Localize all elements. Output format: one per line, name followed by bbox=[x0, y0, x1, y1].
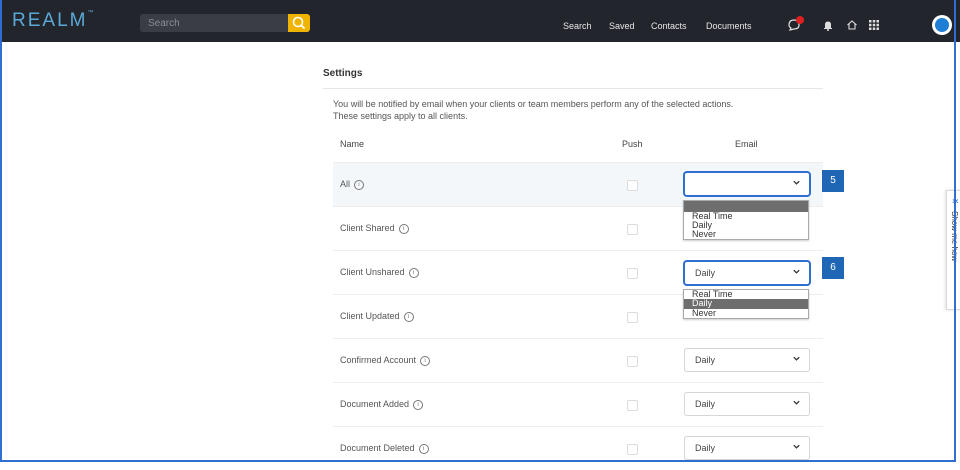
sparkle-icon: ✲ bbox=[952, 197, 959, 206]
settings-description-2: These settings apply to all clients. bbox=[333, 111, 468, 121]
column-name: Name bbox=[340, 139, 365, 149]
push-checkbox[interactable] bbox=[627, 180, 638, 191]
nav-documents[interactable]: Documents bbox=[706, 21, 752, 31]
row-label: Confirmed Account i bbox=[340, 355, 431, 366]
push-checkbox[interactable] bbox=[627, 312, 638, 323]
column-push: Push bbox=[622, 139, 643, 149]
push-checkbox[interactable] bbox=[627, 356, 638, 367]
user-avatar[interactable] bbox=[932, 15, 952, 35]
email-select[interactable]: Daily bbox=[684, 261, 810, 285]
push-checkbox[interactable] bbox=[627, 224, 638, 235]
search-icon bbox=[292, 16, 306, 30]
row-label: Document Deleted i bbox=[340, 443, 429, 454]
info-icon[interactable]: i bbox=[408, 267, 419, 278]
row-label: Client Unshared i bbox=[340, 267, 419, 278]
email-select[interactable] bbox=[684, 172, 810, 196]
row-label: All i bbox=[340, 179, 365, 190]
push-checkbox[interactable] bbox=[627, 400, 638, 411]
search-input[interactable] bbox=[140, 14, 288, 32]
avatar-icon bbox=[935, 18, 949, 32]
info-icon[interactable]: i bbox=[354, 179, 365, 190]
settings-title: Settings bbox=[323, 68, 363, 79]
email-dropdown-menu: Real Time Daily Never bbox=[683, 200, 809, 240]
show-me-how-label: Show me how bbox=[950, 211, 959, 262]
nav-contacts[interactable]: Contacts bbox=[651, 21, 687, 31]
info-icon[interactable]: i bbox=[413, 399, 424, 410]
row-label: Client Shared i bbox=[340, 223, 409, 234]
chat-notification-icon[interactable] bbox=[787, 16, 805, 32]
chevron-down-icon bbox=[793, 444, 800, 449]
nav-saved[interactable]: Saved bbox=[609, 21, 635, 31]
apps-grid-icon[interactable] bbox=[868, 19, 880, 31]
settings-description: You will be notified by email when your … bbox=[333, 99, 734, 109]
row-label: Document Added i bbox=[340, 399, 424, 410]
row-label: Client Updated i bbox=[340, 311, 414, 322]
chevron-down-icon bbox=[793, 269, 800, 274]
step-badge: 5 bbox=[822, 170, 844, 192]
column-email: Email bbox=[735, 139, 758, 149]
push-checkbox[interactable] bbox=[627, 444, 638, 455]
show-me-how-tab[interactable]: ✲ Show me how bbox=[946, 190, 960, 310]
info-icon[interactable]: i bbox=[403, 311, 414, 322]
email-select[interactable]: Daily bbox=[684, 436, 810, 460]
step-badge: 6 bbox=[822, 257, 844, 279]
home-icon[interactable] bbox=[846, 19, 858, 31]
chevron-down-icon bbox=[793, 400, 800, 405]
nav-search[interactable]: Search bbox=[563, 21, 592, 31]
title-divider bbox=[323, 88, 823, 89]
bell-icon[interactable] bbox=[822, 19, 834, 31]
realm-logo[interactable]: REALM™ bbox=[12, 10, 95, 32]
email-select[interactable]: Daily bbox=[684, 392, 810, 416]
search-bar bbox=[140, 14, 310, 32]
email-select[interactable]: Daily bbox=[684, 348, 810, 372]
top-bar: REALM™ Search Saved Contacts Documents bbox=[0, 0, 960, 42]
dropdown-option[interactable]: Never bbox=[684, 230, 808, 239]
chevron-down-icon bbox=[793, 356, 800, 361]
search-button[interactable] bbox=[288, 14, 310, 32]
info-icon[interactable]: i bbox=[398, 223, 409, 234]
info-icon[interactable]: i bbox=[420, 355, 431, 366]
info-icon[interactable]: i bbox=[418, 443, 429, 454]
email-dropdown-menu: Real Time Daily Never bbox=[683, 289, 809, 319]
dropdown-option[interactable]: Never bbox=[684, 309, 808, 318]
chevron-down-icon bbox=[793, 180, 800, 185]
push-checkbox[interactable] bbox=[627, 268, 638, 279]
